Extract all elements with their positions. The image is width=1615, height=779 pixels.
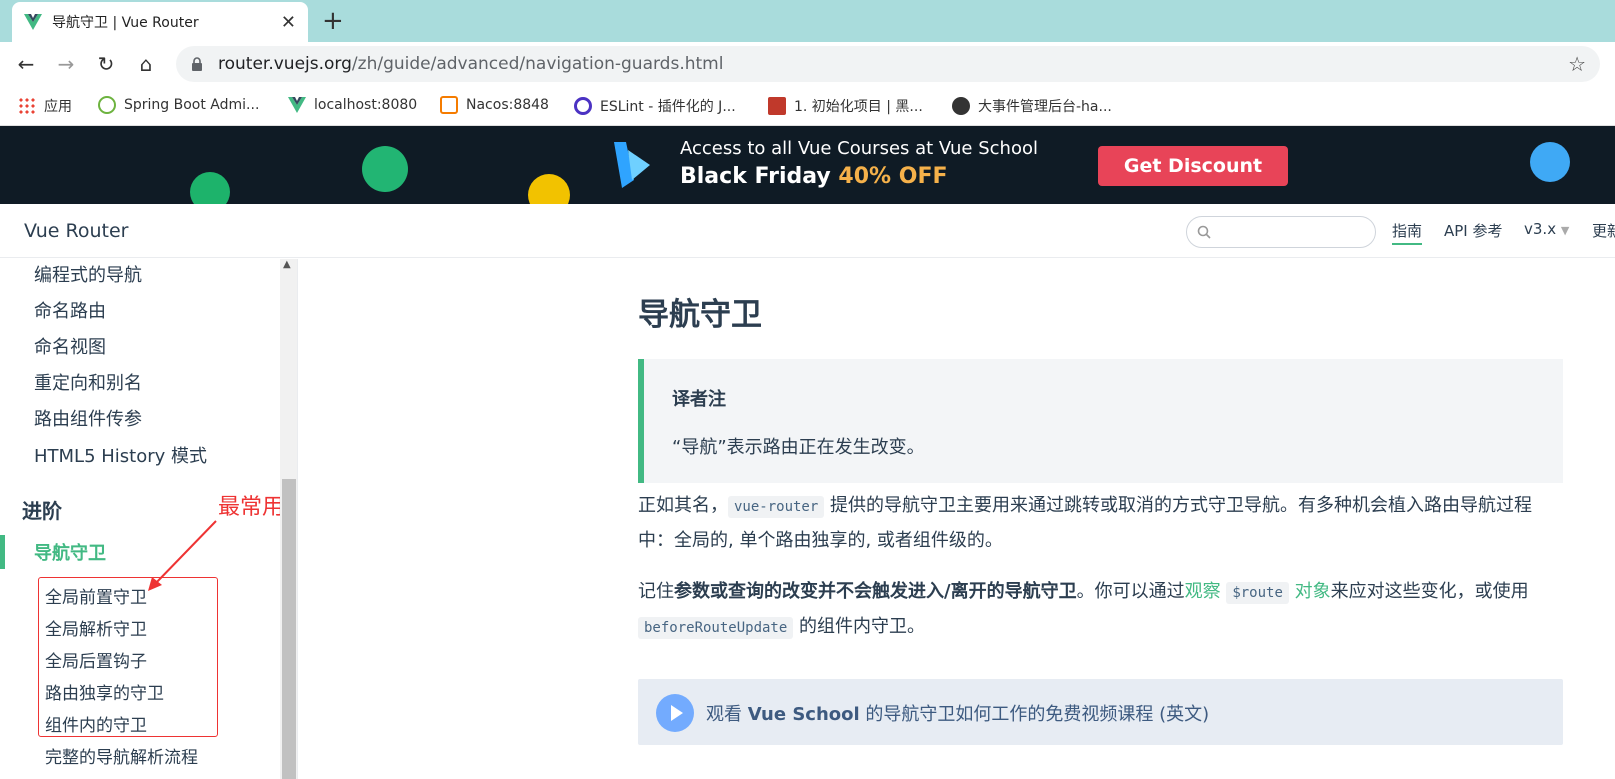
- banner-line1: Access to all Vue Courses at Vue School: [680, 138, 1038, 159]
- lock-icon: [192, 57, 202, 71]
- site-header: Vue Router 指南 API 参考 v3.x ▼ 更新: [0, 204, 1615, 258]
- bookmark-eslint[interactable]: ESLint - 插件化的 J...: [574, 96, 736, 116]
- tip-title: 译者注: [672, 389, 726, 410]
- sidebar-subitem[interactable]: 完整的导航解析流程: [45, 743, 198, 768]
- bookmark-localhost[interactable]: localhost:8080: [288, 96, 417, 114]
- address-bar-row: ← → ↻ ⌂ router.vuejs.org/zh/guide/advanc…: [0, 42, 1615, 86]
- vue-icon: [288, 97, 306, 113]
- coin-decoration: [528, 174, 570, 204]
- browser-tab[interactable]: 导航守卫 | Vue Router ✕: [12, 2, 308, 42]
- scroll-up-arrow-icon[interactable]: ▲: [283, 259, 291, 270]
- inline-code: $route: [1226, 582, 1289, 604]
- sidebar-item[interactable]: 命名路由: [34, 297, 106, 323]
- nav-version-dropdown[interactable]: v3.x ▼: [1524, 220, 1569, 238]
- coin-decoration: [190, 172, 230, 204]
- sidebar-item[interactable]: 命名视图: [34, 333, 106, 359]
- heima-icon: [768, 97, 786, 115]
- annotation-highlight-box: [38, 577, 218, 737]
- inline-code: beforeRouteUpdate: [638, 617, 794, 639]
- home-icon[interactable]: ⌂: [132, 50, 160, 78]
- promo-banner[interactable]: Access to all Vue Courses at Vue School …: [0, 126, 1615, 204]
- vue-school-logo-icon: [614, 142, 650, 188]
- bookmark-star-icon[interactable]: ☆: [1568, 52, 1586, 76]
- paragraph-note: 记住参数或查询的改变并不会触发进入/离开的导航守卫。你可以通过观察 $route…: [638, 581, 1529, 639]
- inline-code: vue-router: [728, 496, 825, 518]
- sidebar-group-title[interactable]: 进阶: [22, 495, 62, 524]
- page-title: 导航守卫: [638, 297, 762, 333]
- reload-icon[interactable]: ↻: [92, 50, 120, 78]
- object-link[interactable]: 对象: [1295, 581, 1331, 602]
- browser-tab-bar: 导航守卫 | Vue Router ✕ +: [0, 0, 1615, 42]
- apps-grid-icon: [18, 97, 36, 115]
- get-discount-button[interactable]: Get Discount: [1098, 146, 1288, 186]
- annotation-arrow-icon: [148, 520, 217, 591]
- search-icon: [1197, 225, 1211, 239]
- coin-decoration: [1530, 142, 1570, 182]
- bookmark-init-project[interactable]: 1. 初始化项目 | 黑...: [768, 96, 923, 116]
- nav-api-reference[interactable]: API 参考: [1444, 220, 1503, 241]
- chevron-down-icon: ▼: [1560, 224, 1570, 237]
- nav-changelog[interactable]: 更新: [1592, 220, 1615, 241]
- vue-logo-icon: [24, 14, 42, 30]
- tip-body: “导航”表示路由正在发生改变。: [672, 437, 925, 458]
- url-path: /zh/guide/advanced/navigation-guards.htm…: [351, 54, 724, 74]
- paragraph-intro: 正如其名， vue-router 提供的导航守卫主要用来通过跳转或取消的方式守卫导…: [638, 495, 1533, 551]
- eslint-icon: [574, 97, 592, 115]
- bookmark-nacos[interactable]: Nacos:8848: [440, 96, 549, 114]
- nacos-icon: [440, 96, 458, 114]
- sidebar-item[interactable]: HTML5 History 模式: [34, 442, 207, 468]
- site-brand[interactable]: Vue Router: [24, 220, 128, 242]
- new-tab-button[interactable]: +: [322, 6, 344, 36]
- globe-icon: [952, 97, 970, 115]
- vue-school-video-callout[interactable]: 观看 Vue School 的导航守卫如何工作的免费视频课程 (英文): [638, 679, 1563, 745]
- tab-title: 导航守卫 | Vue Router: [52, 15, 199, 31]
- back-arrow-icon[interactable]: ←: [12, 50, 40, 78]
- bookmark-apps[interactable]: 应用: [18, 96, 72, 116]
- search-input[interactable]: [1217, 224, 1367, 240]
- search-box[interactable]: [1186, 216, 1376, 248]
- forward-arrow-icon[interactable]: →: [52, 50, 80, 78]
- sidebar: 编程式的导航 命名路由 命名视图 重定向和别名 路由组件传参 HTML5 His…: [0, 259, 298, 779]
- sidebar-item[interactable]: 编程式的导航: [34, 261, 142, 287]
- nav-guide[interactable]: 指南: [1392, 220, 1423, 245]
- bookmark-event-admin[interactable]: 大事件管理后台-ha...: [952, 96, 1112, 116]
- banner-line2: Black Friday 40% OFF: [680, 164, 948, 189]
- observe-link[interactable]: 观察: [1185, 581, 1221, 602]
- sidebar-scrollbar-thumb[interactable]: [282, 479, 296, 779]
- url-bar[interactable]: router.vuejs.org/zh/guide/advanced/navig…: [176, 46, 1600, 82]
- sidebar-item[interactable]: 重定向和别名: [34, 369, 142, 395]
- video-callout-text: 观看 Vue School 的导航守卫如何工作的免费视频课程 (英文): [706, 704, 1210, 725]
- translator-note: 译者注 “导航”表示路由正在发生改变。: [638, 359, 1563, 483]
- tab-close-icon[interactable]: ✕: [281, 12, 296, 33]
- annotation-label: 最常用: [218, 495, 285, 520]
- spring-icon: [98, 96, 116, 114]
- bookmarks-bar: 应用 Spring Boot Admi... localhost:8080 Na…: [0, 86, 1615, 126]
- sidebar-item[interactable]: 路由组件传参: [34, 405, 142, 431]
- main-content: 导航守卫 译者注 “导航”表示路由正在发生改变。 正如其名， vue-router…: [298, 259, 1615, 779]
- coin-decoration: [362, 146, 408, 192]
- bookmark-spring-boot-admin[interactable]: Spring Boot Admi...: [98, 96, 259, 114]
- play-icon[interactable]: [656, 694, 694, 732]
- url-host: router.vuejs.org: [218, 54, 352, 74]
